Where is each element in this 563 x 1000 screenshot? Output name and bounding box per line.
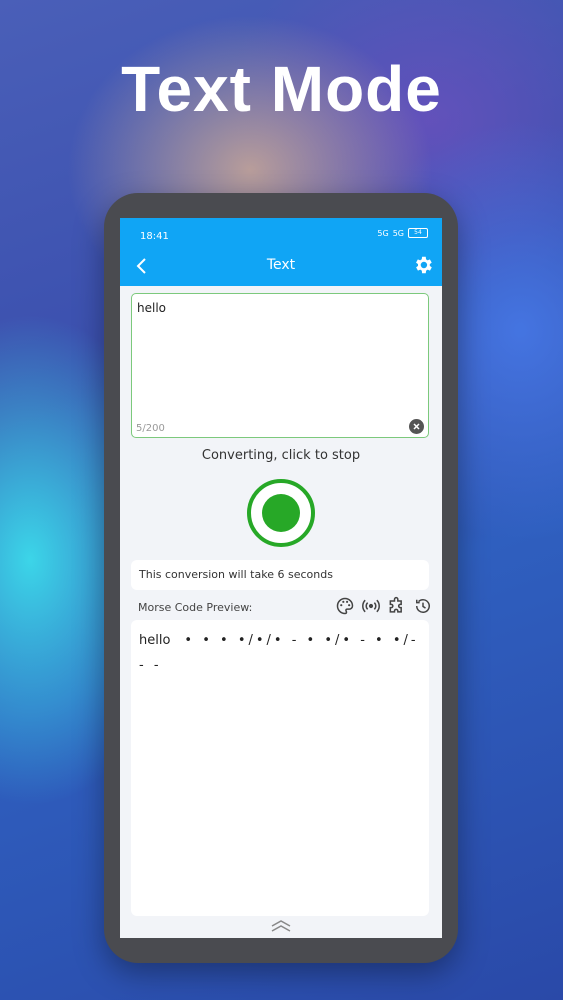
preview-tools (335, 596, 433, 616)
phone-frame: 18:41 5G 5G 54 Text hello 5/200 Converti… (104, 193, 458, 963)
duration-card: This conversion will take 6 seconds (131, 560, 429, 590)
duration-text: This conversion will take 6 seconds (139, 568, 333, 581)
record-indicator (262, 494, 300, 532)
conversion-status: Converting, click to stop (201, 448, 361, 463)
plugin-button[interactable] (387, 596, 407, 616)
broadcast-icon (362, 599, 380, 613)
morse-preview: hello • • • •/•/• - • •/• - • •/- - - (139, 628, 423, 678)
expand-handle[interactable] (269, 918, 293, 934)
char-counter: 5/200 (136, 423, 165, 434)
text-input[interactable]: hello (135, 299, 427, 415)
palette-button[interactable] (335, 596, 355, 616)
puzzle-icon (389, 596, 402, 613)
app-screen: 18:41 5G 5G 54 Text hello 5/200 Converti… (120, 218, 442, 938)
preview-label: Morse Code Preview: (138, 601, 253, 614)
chevron-up-double-icon (271, 920, 291, 932)
clear-button[interactable] (409, 419, 424, 434)
preview-word: hello (139, 633, 171, 648)
palette-icon (336, 597, 354, 615)
headline: Text Mode (121, 53, 442, 125)
status-time: 18:41 (140, 231, 169, 242)
preview-code: • • • •/•/• - • •/• - • •/- - - (139, 633, 419, 673)
morse-preview-card: hello • • • •/•/• - • •/• - • •/- - - (131, 620, 429, 916)
signal-icon: 5G (392, 228, 404, 238)
text-input-box: hello 5/200 (131, 293, 429, 438)
signal-icon: 5G (377, 228, 389, 238)
stop-conversion-button[interactable] (247, 479, 315, 547)
page-title: Text (266, 257, 296, 273)
status-icons: 5G 5G 54 (377, 228, 428, 238)
battery-icon: 54 (408, 228, 428, 238)
broadcast-button[interactable] (361, 596, 381, 616)
clear-icon (413, 423, 420, 430)
gear-icon (416, 256, 432, 274)
settings-button[interactable] (412, 254, 434, 276)
history-button[interactable] (413, 596, 433, 616)
app-bar: 18:41 5G 5G 54 Text (120, 218, 442, 286)
history-icon (416, 599, 430, 613)
